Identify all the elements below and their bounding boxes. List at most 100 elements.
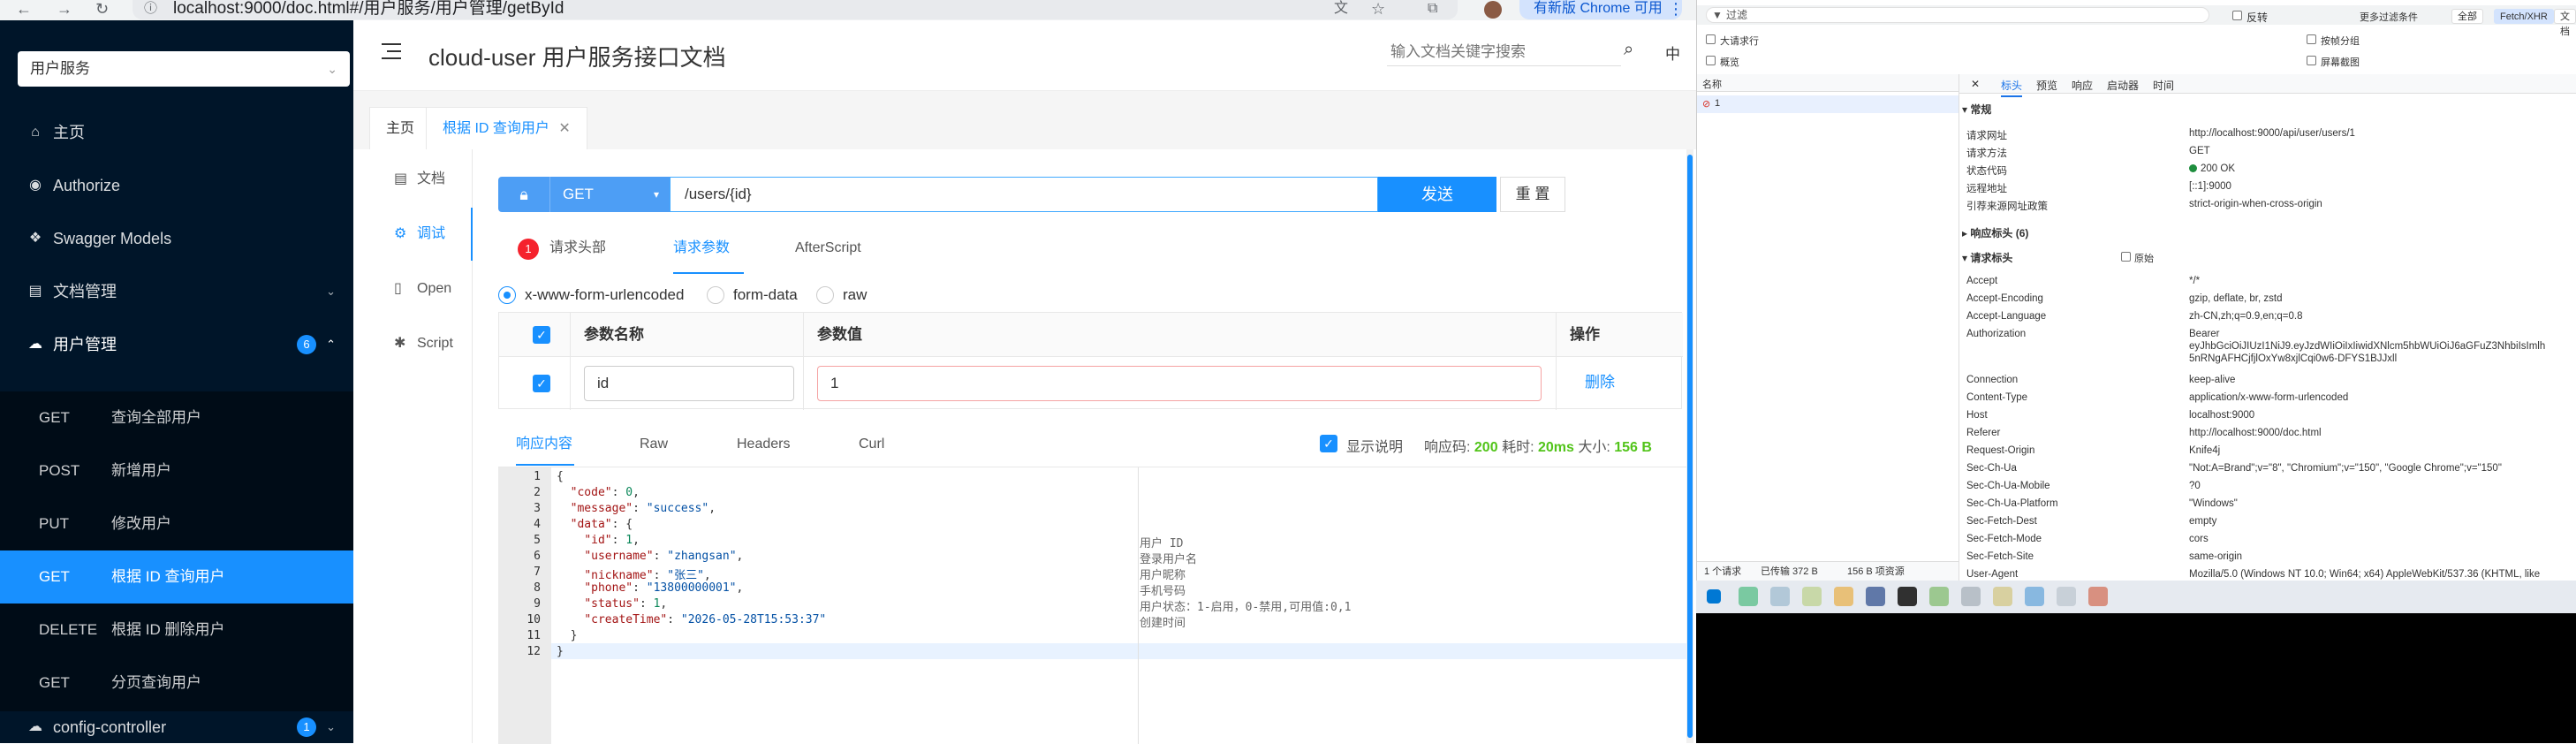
response-headers-toggle[interactable]: ▸ 响应标头 (6) bbox=[1962, 225, 2028, 240]
doc-search-input[interactable] bbox=[1387, 38, 1621, 66]
sidebar-item-doc-management[interactable]: ▤ 文档管理 ⌄ bbox=[0, 265, 353, 318]
code-line: "code": 0, bbox=[570, 486, 640, 499]
taskbar-app-icon[interactable] bbox=[2057, 587, 2076, 606]
site-info-icon[interactable]: ⓘ bbox=[144, 0, 157, 20]
service-select[interactable]: 用户服务 ⌄ bbox=[18, 51, 350, 87]
close-icon[interactable]: ✕ bbox=[558, 121, 570, 136]
general-section-toggle[interactable]: ▾ 常规 bbox=[1962, 102, 1991, 117]
api-item-delete-user-by-id[interactable]: DELETE 根据 ID 删除用户 bbox=[0, 604, 353, 657]
sidebar-item-user-management[interactable]: ☁ 用户管理 6 ⌃ bbox=[0, 318, 353, 371]
invert-checkbox[interactable] bbox=[2232, 11, 2242, 20]
request-row[interactable] bbox=[1697, 95, 1959, 113]
network-filter-input[interactable]: ▼ 过滤 bbox=[1706, 7, 2209, 23]
tab-script[interactable]: ✱ Script bbox=[353, 317, 473, 370]
send-button[interactable]: 发送 bbox=[1378, 177, 1496, 212]
show-description-checkbox[interactable]: ✓ bbox=[1320, 435, 1337, 452]
group-by-frame-checkbox[interactable] bbox=[2307, 34, 2316, 44]
taskbar-app-icon[interactable] bbox=[1993, 587, 2012, 606]
taskbar-app-icon[interactable] bbox=[1898, 587, 1917, 606]
taskbar-app-icon[interactable] bbox=[1802, 587, 1822, 606]
language-switch[interactable]: 中 bbox=[1665, 42, 1680, 64]
param-value-input[interactable] bbox=[817, 366, 1542, 401]
more-filters-dropdown[interactable]: 更多过滤条件 bbox=[2360, 10, 2418, 24]
taskbar-app-icon[interactable] bbox=[1866, 587, 1885, 606]
request-name[interactable]: 1 bbox=[1715, 98, 1720, 109]
tab-timing[interactable]: 时间 bbox=[2153, 78, 2174, 93]
api-item-page-users[interactable]: GET 分页查询用户 bbox=[0, 657, 353, 710]
request-headers-toggle[interactable]: ▾ 请求标头 bbox=[1962, 250, 2012, 265]
taskbar-app-icon[interactable] bbox=[1834, 587, 1853, 606]
tab-response-content[interactable]: 响应内容 bbox=[516, 434, 574, 466]
lock-button[interactable]: 🔒︎ bbox=[498, 177, 549, 212]
tab-initiator[interactable]: 启动器 bbox=[2107, 78, 2139, 93]
extensions-icon[interactable]: ⧉ bbox=[1428, 0, 1437, 20]
tab-headers[interactable]: 标头 bbox=[2001, 78, 2023, 97]
taskbar-app-icon[interactable] bbox=[2025, 587, 2044, 606]
code-line: "data": { bbox=[570, 518, 633, 531]
taskbar-app-icon[interactable] bbox=[1961, 587, 1981, 606]
tab-response-curl[interactable]: Curl bbox=[859, 434, 884, 466]
tab-afterscript[interactable]: AfterScript bbox=[795, 235, 861, 274]
reset-button[interactable]: 重 置 bbox=[1500, 177, 1565, 212]
tab-response-headers[interactable]: Headers bbox=[737, 434, 790, 466]
back-arrow-icon[interactable]: ← bbox=[16, 0, 32, 20]
radio-form-data[interactable]: form-data bbox=[707, 285, 813, 306]
url-text[interactable]: localhost:9000/doc.html#/用户服务/用户管理/getBy… bbox=[173, 0, 564, 18]
radio-x-www-form-urlencoded[interactable]: x-www-form-urlencoded bbox=[498, 285, 701, 306]
row-checkbox[interactable]: ✓ bbox=[533, 375, 550, 392]
request-path-input[interactable] bbox=[670, 177, 1378, 212]
field-desc: 用户昵称 bbox=[1140, 569, 1186, 582]
raw-checkbox[interactable] bbox=[2121, 252, 2131, 262]
menu-dots-icon[interactable]: ⋮ bbox=[1668, 0, 1684, 20]
big-rows-checkbox[interactable] bbox=[1706, 34, 1716, 44]
filter-doc-button[interactable]: 文档 bbox=[2554, 9, 2576, 37]
reload-icon[interactable]: ↻ bbox=[95, 0, 109, 20]
param-name-input[interactable] bbox=[584, 366, 794, 401]
api-item-add-user[interactable]: POST 新增用户 bbox=[0, 444, 353, 497]
tab-request-params[interactable]: 请求参数 bbox=[673, 235, 744, 274]
filter-fetch-xhr-button[interactable]: Fetch/XHR bbox=[2494, 9, 2554, 24]
sidebar-item-config-controller[interactable]: ☁ config-controller 1 ⌄ bbox=[0, 711, 353, 743]
filter-all-button[interactable]: 全部 bbox=[2451, 9, 2483, 24]
api-item-update-user[interactable]: PUT 修改用户 bbox=[0, 497, 353, 550]
profile-avatar[interactable] bbox=[1484, 1, 1502, 19]
windows-start-icon[interactable] bbox=[1707, 589, 1721, 604]
select-all-checkbox[interactable]: ✓ bbox=[533, 326, 550, 344]
tab-debug[interactable]: ⚙ 调试 bbox=[353, 208, 473, 261]
forward-arrow-icon[interactable]: → bbox=[57, 0, 72, 20]
response-editor[interactable]: 1 2 3 4 5 6 7 8 9 10 11 12 { "code": 0, … bbox=[498, 467, 1687, 744]
taskbar-app-icon[interactable] bbox=[1770, 587, 1790, 606]
field-desc: 用户 ID bbox=[1140, 537, 1184, 550]
delete-param-link[interactable]: 删除 bbox=[1585, 369, 1615, 391]
api-item-get-user-by-id[interactable]: GET 根据 ID 查询用户 bbox=[0, 550, 353, 604]
taskbar-app-icon[interactable] bbox=[1929, 587, 1949, 606]
taskbar-app-icon[interactable] bbox=[2088, 587, 2108, 606]
close-detail-icon[interactable]: ✕ bbox=[1971, 78, 1980, 90]
search-icon[interactable]: ⌕ bbox=[1624, 40, 1633, 60]
api-item-get-all-users[interactable]: GET 查询全部用户 bbox=[0, 391, 353, 444]
scrollbar-thumb[interactable] bbox=[1687, 155, 1693, 738]
translate-icon[interactable]: 文 bbox=[1334, 0, 1348, 20]
menu-toggle-icon[interactable] bbox=[382, 43, 401, 59]
tab-response[interactable]: 响应 bbox=[2072, 78, 2093, 93]
tab-get-user-by-id[interactable]: 根据 ID 查询用户 ✕ bbox=[426, 107, 587, 149]
bookmark-star-icon[interactable]: ☆ bbox=[1371, 0, 1385, 20]
screenshot-checkbox[interactable] bbox=[2307, 56, 2316, 65]
count-badge: 1 bbox=[297, 717, 316, 737]
radio-raw[interactable]: raw bbox=[816, 285, 878, 306]
tab-doc[interactable]: ▤ 文档 bbox=[353, 153, 473, 206]
tab-open[interactable]: ▯ Open bbox=[353, 262, 473, 315]
taskbar-app-icon[interactable] bbox=[1739, 587, 1758, 606]
sidebar-item-authorize[interactable]: ◉ Authorize bbox=[0, 159, 353, 212]
tab-preview[interactable]: 预览 bbox=[2036, 78, 2057, 93]
tab-home[interactable]: 主页 bbox=[369, 107, 432, 149]
method-select[interactable]: GET ▾ bbox=[549, 177, 670, 212]
chrome-update-button[interactable]: 有新版 Chrome 可用 bbox=[1519, 0, 1682, 19]
sidebar-item-swagger-models[interactable]: ❖ Swagger Models bbox=[0, 212, 353, 265]
overview-checkbox[interactable] bbox=[1706, 56, 1716, 65]
sidebar-item-home[interactable]: ⌂ 主页 bbox=[0, 106, 353, 159]
tab-response-raw[interactable]: Raw bbox=[640, 434, 668, 466]
tab-request-headers[interactable]: 请求头部 bbox=[549, 235, 606, 274]
name-column-header[interactable]: 名称 bbox=[1702, 77, 1722, 91]
status-ok-icon bbox=[2189, 164, 2197, 172]
